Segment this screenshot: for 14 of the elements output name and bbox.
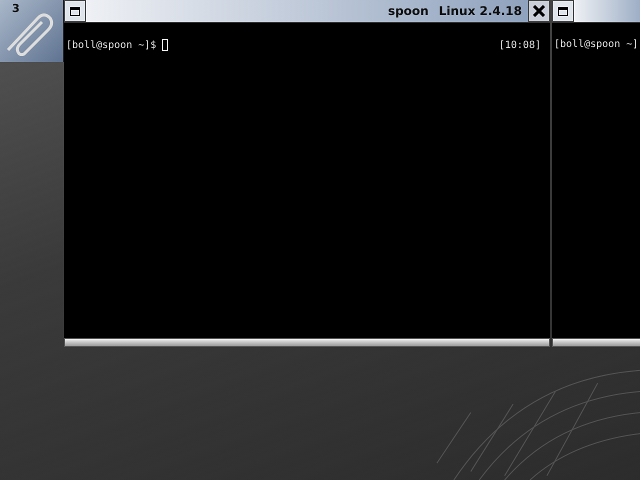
scroll-bar[interactable] [552, 338, 640, 347]
clock: [10:08] [498, 40, 542, 50]
window-title: Linux 2.4.18 [438, 4, 522, 18]
close-icon [533, 5, 545, 17]
minimize-button[interactable] [64, 0, 86, 22]
scroll-bar[interactable] [64, 338, 550, 347]
shell-prompt: [boll@spoon ~] [554, 39, 638, 50]
window-title: spoon [388, 4, 429, 18]
shell-prompt: [boll@spoon ~]$ [66, 40, 156, 50]
workspace-number: 3 [12, 2, 20, 15]
close-button[interactable] [528, 0, 550, 22]
workspace-pager[interactable]: 3 [0, 0, 64, 62]
minimize-button[interactable] [552, 0, 574, 22]
title-bar [574, 0, 640, 22]
